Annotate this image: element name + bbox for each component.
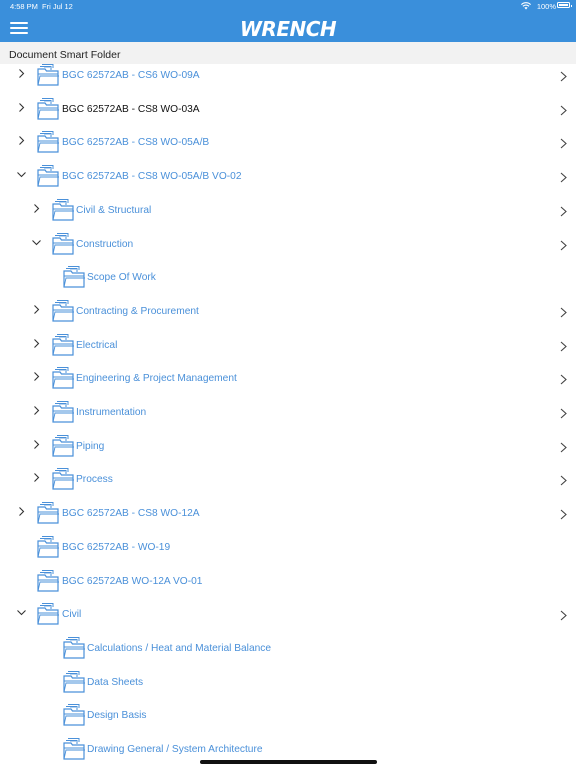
battery-icon	[557, 2, 572, 8]
folder-icon	[37, 569, 59, 593]
tree-row[interactable]: BGC 62572AB - CS8 WO-03A	[0, 92, 576, 126]
tree-item-label: BGC 62572AB - WO-19	[62, 541, 171, 553]
chevron-right-icon[interactable]	[560, 105, 567, 116]
folder-icon	[63, 737, 85, 761]
top-navigation-bar: 4:58 PM Fri Jul 12 100% WRENCH	[0, 0, 576, 42]
tree-row[interactable]: BGC 62572AB WO-12A VO-01	[0, 564, 576, 598]
folder-icon	[37, 602, 59, 626]
tree-item-label: BGC 62572AB - CS8 WO-03A	[62, 103, 200, 115]
tree-row[interactable]: Engineering & Project Management	[0, 361, 576, 395]
chevron-right-icon[interactable]	[32, 439, 41, 449]
folder-icon	[52, 232, 74, 256]
folder-icon	[52, 400, 74, 424]
chevron-right-icon[interactable]	[560, 408, 567, 419]
tree-item-label: BGC 62572AB WO-12A VO-01	[62, 575, 203, 587]
folder-icon	[52, 434, 74, 458]
tree-row[interactable]: Data Sheets	[0, 665, 576, 699]
tree-row[interactable]: BGC 62572AB - WO-19	[0, 530, 576, 564]
chevron-right-icon[interactable]	[32, 203, 41, 213]
tree-row[interactable]: Instrumentation	[0, 395, 576, 429]
chevron-right-icon[interactable]	[32, 473, 41, 483]
tree-item-label: BGC 62572AB - CS8 WO-12A	[62, 508, 200, 520]
folder-icon	[37, 535, 59, 559]
folder-icon	[63, 265, 85, 289]
tree-row[interactable]: BGC 62572AB - CS8 WO-05A/B	[0, 125, 576, 159]
folder-icon	[52, 467, 74, 491]
tree-row[interactable]: Design Basis	[0, 698, 576, 732]
tree-item-label: Civil	[62, 609, 82, 621]
folder-icon	[63, 703, 85, 727]
chevron-right-icon[interactable]	[560, 240, 567, 251]
chevron-right-icon[interactable]	[560, 71, 567, 82]
chevron-right-icon[interactable]	[560, 138, 567, 149]
folder-icon	[37, 130, 59, 154]
folder-icon	[52, 333, 74, 357]
app-logo: WRENCH	[239, 17, 337, 41]
chevron-right-icon[interactable]	[17, 69, 26, 78]
tree-item-label: Civil & Structural	[76, 204, 152, 216]
status-bar: 4:58 PM Fri Jul 12 100%	[0, 0, 576, 12]
status-date: Fri Jul 12	[42, 2, 73, 11]
chevron-right-icon[interactable]	[17, 136, 26, 146]
tree-row[interactable]: BGC 62572AB - CS8 WO-12A	[0, 496, 576, 530]
tree-row[interactable]: Piping	[0, 429, 576, 463]
tree-item-label: Electrical	[76, 339, 118, 351]
chevron-right-icon[interactable]	[560, 307, 567, 318]
chevron-right-icon[interactable]	[32, 305, 41, 314]
folder-icon	[37, 63, 59, 87]
tree-row[interactable]: Civil	[0, 597, 576, 631]
home-indicator[interactable]	[200, 760, 377, 764]
chevron-right-icon[interactable]	[560, 374, 567, 385]
chevron-right-icon[interactable]	[560, 206, 567, 217]
chevron-right-icon[interactable]	[17, 507, 26, 516]
chevron-down-icon[interactable]	[17, 170, 26, 179]
tree-row[interactable]: Contracting & Procurement	[0, 294, 576, 328]
chevron-down-icon[interactable]	[32, 238, 41, 247]
folder-icon	[52, 366, 74, 390]
chevron-right-icon[interactable]	[560, 341, 567, 352]
tree-item-label: Calculations / Heat and Material Balance	[87, 642, 272, 654]
tree-item-label: BGC 62572AB - CS6 WO-09A	[62, 70, 200, 81]
tree-row[interactable]: Process	[0, 462, 576, 496]
tree-row[interactable]: Calculations / Heat and Material Balance	[0, 631, 576, 665]
tree-row[interactable]: Civil & Structural	[0, 193, 576, 227]
wifi-icon	[521, 2, 531, 10]
folder-icon	[37, 164, 59, 188]
tree-item-label: Process	[76, 474, 113, 486]
tree-item-label: BGC 62572AB - CS8 WO-05A/B	[62, 137, 210, 149]
tree-item-label: BGC 62572AB - CS8 WO-05A/B VO-02	[62, 171, 242, 183]
folder-icon	[63, 636, 85, 660]
folder-icon	[63, 670, 85, 694]
chevron-right-icon[interactable]	[560, 509, 567, 520]
folder-icon	[52, 299, 74, 323]
battery-percent: 100%	[536, 2, 556, 11]
tree-row[interactable]: BGC 62572AB - CS6 WO-09A	[0, 58, 576, 92]
tree-row[interactable]: BGC 62572AB - CS8 WO-05A/B VO-02	[0, 159, 576, 193]
chevron-right-icon[interactable]	[560, 610, 567, 621]
chevron-right-icon[interactable]	[32, 338, 41, 348]
tree-item-label: Drawing General / System Architecture	[87, 744, 263, 755]
tree-item-label: Piping	[76, 440, 105, 452]
tree-item-label: Data Sheets	[87, 676, 144, 688]
chevron-right-icon[interactable]	[32, 406, 41, 415]
tree-row[interactable]: Electrical	[0, 328, 576, 362]
chevron-right-icon[interactable]	[32, 372, 41, 382]
folder-icon	[37, 501, 59, 525]
tree-item-label: Construction	[76, 238, 134, 250]
chevron-right-icon[interactable]	[560, 442, 567, 453]
chevron-right-icon[interactable]	[560, 172, 567, 183]
tree-item-label: Design Basis	[87, 710, 147, 722]
chevron-right-icon[interactable]	[17, 102, 26, 112]
tree-row[interactable]: Construction	[0, 227, 576, 261]
tree-item-label: Scope Of Work	[87, 272, 156, 284]
status-time: 4:58 PM	[10, 2, 38, 11]
folder-icon	[52, 198, 74, 222]
chevron-right-icon[interactable]	[560, 475, 567, 486]
folder-icon	[37, 97, 59, 121]
tree-item-label: Contracting & Procurement	[76, 305, 199, 317]
chevron-down-icon[interactable]	[17, 608, 26, 617]
tree-row[interactable]: Scope Of Work	[0, 260, 576, 294]
tree-item-label: Instrumentation	[76, 407, 147, 418]
tree-item-label: Engineering & Project Management	[76, 373, 237, 385]
